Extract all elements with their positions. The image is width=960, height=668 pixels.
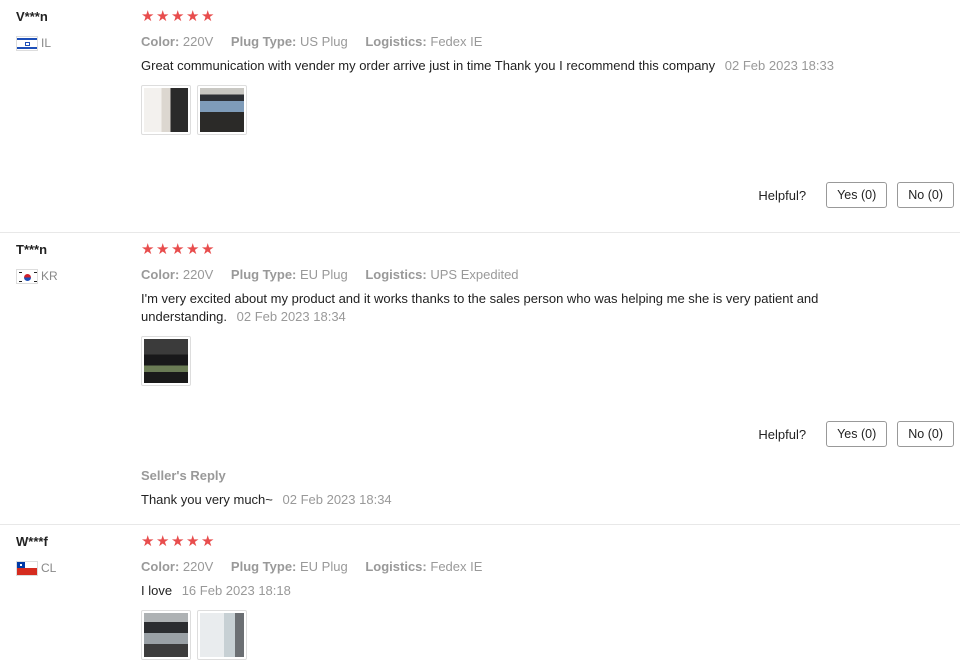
- review-date: 02 Feb 2023 18:33: [724, 58, 834, 73]
- reviewer-info: W***f CL: [16, 533, 126, 576]
- reviewer-info: T***n KR: [16, 241, 126, 284]
- seller-reply-date: 02 Feb 2023 18:34: [282, 492, 392, 507]
- product-attributes: Color: 220V Plug Type: EU Plug Logistics…: [141, 266, 941, 283]
- south-korea-flag-icon: [16, 268, 38, 284]
- helpful-label: Helpful?: [758, 426, 807, 442]
- star-icon: ★: [171, 8, 185, 25]
- review-text: I'm very excited about my product and it…: [141, 290, 861, 326]
- color-value: 220V: [182, 34, 214, 49]
- review-item: V***n IL ★ ★ ★ ★ ★ Color: 220V Plug Type: US…: [0, 0, 960, 233]
- color-value: 220V: [182, 267, 214, 282]
- logistics-label: Logistics:: [365, 559, 427, 574]
- color-value: 220V: [182, 559, 214, 574]
- star-icon: ★: [186, 533, 200, 550]
- star-icon: ★: [141, 533, 155, 550]
- star-rating: ★ ★ ★ ★ ★: [141, 8, 941, 26]
- color-label: Color:: [141, 34, 180, 49]
- star-icon: ★: [156, 241, 170, 258]
- logistics-value: Fedex IE: [430, 559, 483, 574]
- review-date: 02 Feb 2023 18:34: [236, 309, 346, 324]
- star-icon: ★: [201, 241, 215, 258]
- star-icon: ★: [201, 533, 215, 550]
- star-icon: ★: [156, 533, 170, 550]
- review-date: 16 Feb 2023 18:18: [181, 583, 291, 598]
- reviewer-country: CL: [16, 560, 126, 576]
- reviewer-name: V***n: [16, 9, 48, 24]
- reviewer-info: V***n IL: [16, 8, 126, 51]
- star-icon: ★: [171, 533, 185, 550]
- review-content: ★ ★ ★ ★ ★ Color: 220V Plug Type: EU Plug Log…: [141, 533, 941, 660]
- review-body: Great communication with vender my order…: [141, 58, 716, 73]
- review-body: I love: [141, 583, 173, 598]
- plug-type-value: EU Plug: [300, 267, 348, 282]
- country-code: KR: [41, 269, 58, 283]
- star-icon: ★: [156, 8, 170, 25]
- helpful-vote: Helpful? Yes (0) No (0): [758, 182, 954, 208]
- helpful-yes-button[interactable]: Yes (0): [826, 421, 888, 447]
- logistics-value: UPS Expedited: [430, 267, 519, 282]
- plug-type-value: US Plug: [300, 34, 348, 49]
- star-icon: ★: [141, 241, 155, 258]
- logistics-value: Fedex IE: [430, 34, 483, 49]
- reviewer-name: W***f: [16, 534, 48, 549]
- star-icon: ★: [186, 8, 200, 25]
- reviewer-country: KR: [16, 268, 126, 284]
- star-icon: ★: [141, 8, 155, 25]
- logistics-label: Logistics:: [365, 34, 427, 49]
- star-rating: ★ ★ ★ ★ ★: [141, 533, 941, 551]
- review-content: ★ ★ ★ ★ ★ Color: 220V Plug Type: EU Plug Log…: [141, 241, 941, 386]
- color-label: Color:: [141, 559, 180, 574]
- logistics-label: Logistics:: [365, 267, 427, 282]
- review-photo[interactable]: [141, 610, 191, 660]
- helpful-yes-button[interactable]: Yes (0): [826, 182, 888, 208]
- seller-reply-body: Thank you very much~: [141, 492, 273, 507]
- plug-type-label: Plug Type:: [230, 559, 297, 574]
- review-item: W***f CL ★ ★ ★ ★ ★ Color: 220V Plug Type: EU…: [0, 525, 960, 668]
- country-code: CL: [41, 561, 57, 575]
- review-photos: [141, 336, 941, 386]
- plug-type-label: Plug Type:: [230, 267, 297, 282]
- review-photos: [141, 610, 941, 660]
- helpful-vote: Helpful? Yes (0) No (0): [758, 421, 954, 447]
- helpful-no-button[interactable]: No (0): [897, 182, 954, 208]
- star-rating: ★ ★ ★ ★ ★: [141, 241, 941, 259]
- review-photo[interactable]: [197, 610, 247, 660]
- country-code: IL: [41, 36, 52, 50]
- review-photo[interactable]: [141, 85, 191, 135]
- review-photo[interactable]: [197, 85, 247, 135]
- star-icon: ★: [201, 8, 215, 25]
- product-attributes: Color: 220V Plug Type: EU Plug Logistics…: [141, 558, 941, 575]
- helpful-label: Helpful?: [758, 187, 807, 203]
- reviewer-name: T***n: [16, 242, 48, 257]
- star-icon: ★: [186, 241, 200, 258]
- seller-reply-text: Thank you very much~ 02 Feb 2023 18:34: [141, 491, 392, 509]
- reviewer-country: IL: [16, 35, 126, 51]
- plug-type-label: Plug Type:: [230, 34, 297, 49]
- chile-flag-icon: [16, 560, 38, 576]
- plug-type-value: EU Plug: [300, 559, 348, 574]
- helpful-no-button[interactable]: No (0): [897, 421, 954, 447]
- review-content: ★ ★ ★ ★ ★ Color: 220V Plug Type: US Plug Log…: [141, 8, 941, 135]
- product-attributes: Color: 220V Plug Type: US Plug Logistics…: [141, 33, 941, 50]
- review-text: Great communication with vender my order…: [141, 57, 861, 75]
- review-photo[interactable]: [141, 336, 191, 386]
- seller-reply: Seller's Reply Thank you very much~ 02 F…: [141, 467, 392, 509]
- review-text: I love 16 Feb 2023 18:18: [141, 582, 861, 600]
- review-item: T***n KR ★ ★ ★ ★ ★ Color: 220V Plug Type: EU…: [0, 233, 960, 525]
- review-photos: [141, 85, 941, 135]
- israel-flag-icon: [16, 35, 38, 51]
- seller-reply-title: Seller's Reply: [141, 468, 226, 483]
- star-icon: ★: [171, 241, 185, 258]
- color-label: Color:: [141, 267, 180, 282]
